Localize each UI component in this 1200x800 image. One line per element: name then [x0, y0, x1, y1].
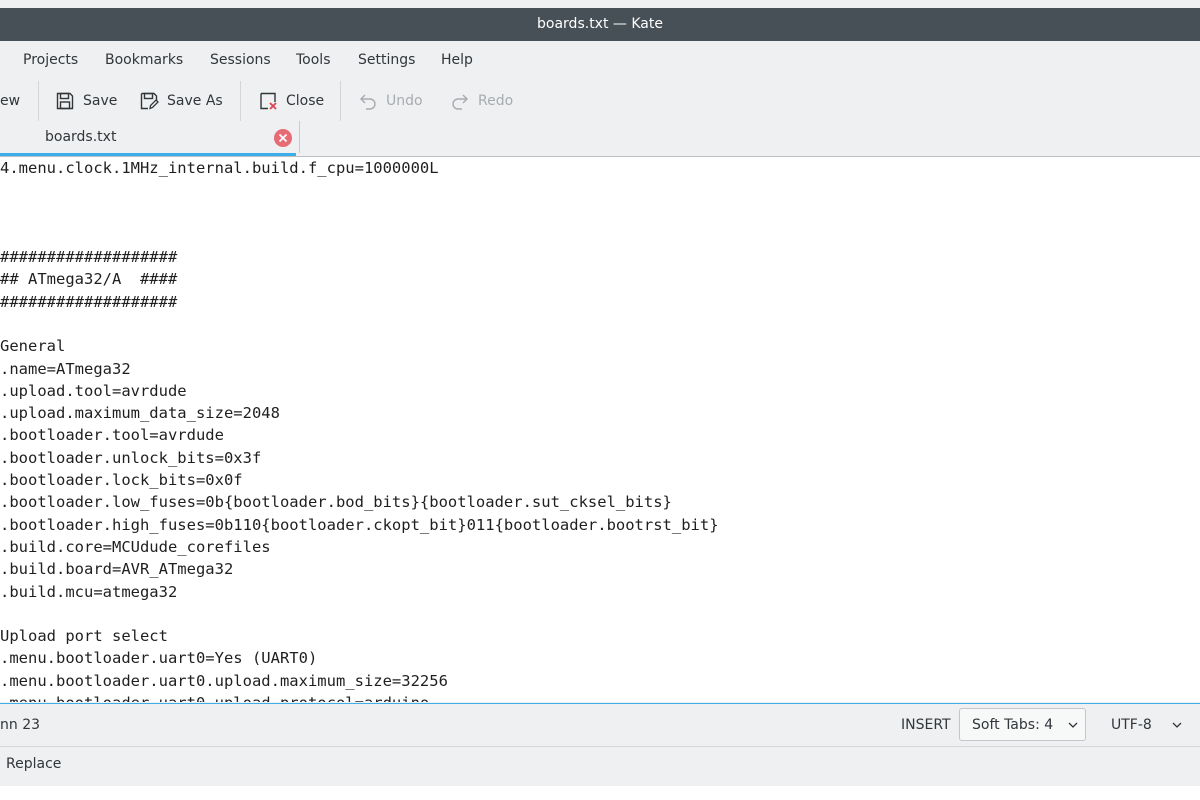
menu-help[interactable]: Help — [441, 52, 473, 68]
new-button[interactable]: ew — [0, 89, 20, 113]
encoding-select[interactable]: UTF-8 — [1111, 717, 1152, 733]
text-editor[interactable]: 4.menu.clock.1MHz_internal.build.f_cpu=1… — [0, 157, 1200, 702]
chevron-down-icon[interactable] — [1172, 720, 1182, 730]
chevron-down-icon — [1068, 722, 1078, 728]
document-tab-bar: boards.txt — [0, 121, 1200, 157]
save-icon — [56, 92, 74, 110]
close-label: Close — [286, 93, 325, 109]
input-mode[interactable]: INSERT — [901, 717, 951, 733]
redo-icon — [452, 94, 468, 110]
status-bar: nn 23 INSERT Soft Tabs: 4 UTF-8 — [0, 703, 1200, 747]
code-line: .bootloader.low_fuses=0b{bootloader.bod_… — [0, 493, 672, 512]
code-line: .build.core=MCUdude_corefiles — [0, 537, 271, 556]
active-tab-indicator — [0, 153, 296, 156]
code-line: ## ATmega32/A #### — [0, 270, 178, 289]
code-line: .menu.bootloader.uart0.upload.protocol=a… — [0, 692, 429, 702]
undo-label: Undo — [386, 93, 423, 109]
save-label: Save — [83, 93, 118, 109]
undo-button[interactable]: Undo — [358, 89, 423, 113]
menu-settings[interactable]: Settings — [358, 52, 415, 68]
save-as-label: Save As — [167, 93, 223, 109]
code-line: General — [0, 337, 66, 356]
tab-boards-txt[interactable]: boards.txt — [0, 121, 300, 156]
code-line: .bootloader.tool=avrdude — [0, 426, 224, 445]
redo-label: Redo — [478, 93, 514, 109]
undo-icon — [360, 94, 376, 110]
code-line: .bootloader.lock_bits=0x0f — [0, 471, 243, 489]
tab-label: boards.txt — [45, 129, 117, 145]
code-line: .menu.bootloader.uart0.upload.maximum_si… — [0, 671, 448, 690]
bottom-tool-bar: Replace — [0, 746, 1200, 787]
code-line: .upload.maximum_data_size=2048 — [0, 404, 280, 423]
code-line: ################### — [0, 248, 178, 266]
new-label: ew — [0, 93, 21, 109]
replace-tool-button[interactable]: Replace — [6, 756, 61, 772]
code-line: .build.board=AVR_ATmega32 — [0, 560, 234, 579]
toolbar-separator — [240, 81, 241, 121]
code-line: .bootloader.high_fuses=0b110{bootloader.… — [0, 515, 719, 534]
cursor-position[interactable]: nn 23 — [0, 717, 40, 733]
menu-tools[interactable]: Tools — [296, 52, 331, 68]
code-line: 4.menu.clock.1MHz_internal.build.f_cpu=1… — [0, 159, 439, 177]
close-button[interactable]: Close — [258, 89, 324, 113]
menu-projects[interactable]: Projects — [23, 52, 78, 68]
toolbar-separator — [340, 81, 341, 121]
menu-sessions[interactable]: Sessions — [210, 52, 271, 68]
code-line: .upload.tool=avrdude — [0, 381, 187, 400]
close-document-icon — [260, 92, 277, 110]
main-toolbar: ew Save Save As Close Undo Redo — [0, 81, 1200, 121]
code-line: ################### — [0, 292, 178, 311]
code-line: .build.mcu=atmega32 — [0, 582, 178, 601]
menu-bar: Projects Bookmarks Sessions Tools Settin… — [0, 41, 1200, 81]
save-as-icon — [140, 92, 159, 110]
toolbar-separator — [38, 81, 39, 121]
menu-bookmarks[interactable]: Bookmarks — [105, 52, 183, 68]
code-line: Upload port select — [0, 627, 168, 646]
screen-background — [0, 786, 1200, 800]
redo-button[interactable]: Redo — [450, 89, 513, 113]
code-line: .name=ATmega32 — [0, 359, 131, 378]
window-title: boards.txt — Kate — [537, 16, 663, 32]
indentation-value: Soft Tabs: 4 — [972, 717, 1054, 733]
save-button[interactable]: Save — [55, 89, 117, 113]
save-as-button[interactable]: Save As — [139, 89, 223, 113]
code-line: .bootloader.unlock_bits=0x3f — [0, 448, 262, 467]
window-titlebar[interactable]: boards.txt — Kate — [0, 8, 1200, 41]
indentation-select[interactable]: Soft Tabs: 4 — [959, 708, 1086, 741]
close-tab-icon[interactable] — [274, 129, 292, 147]
code-line: .menu.bootloader.uart0=Yes (UART0) — [0, 649, 318, 668]
